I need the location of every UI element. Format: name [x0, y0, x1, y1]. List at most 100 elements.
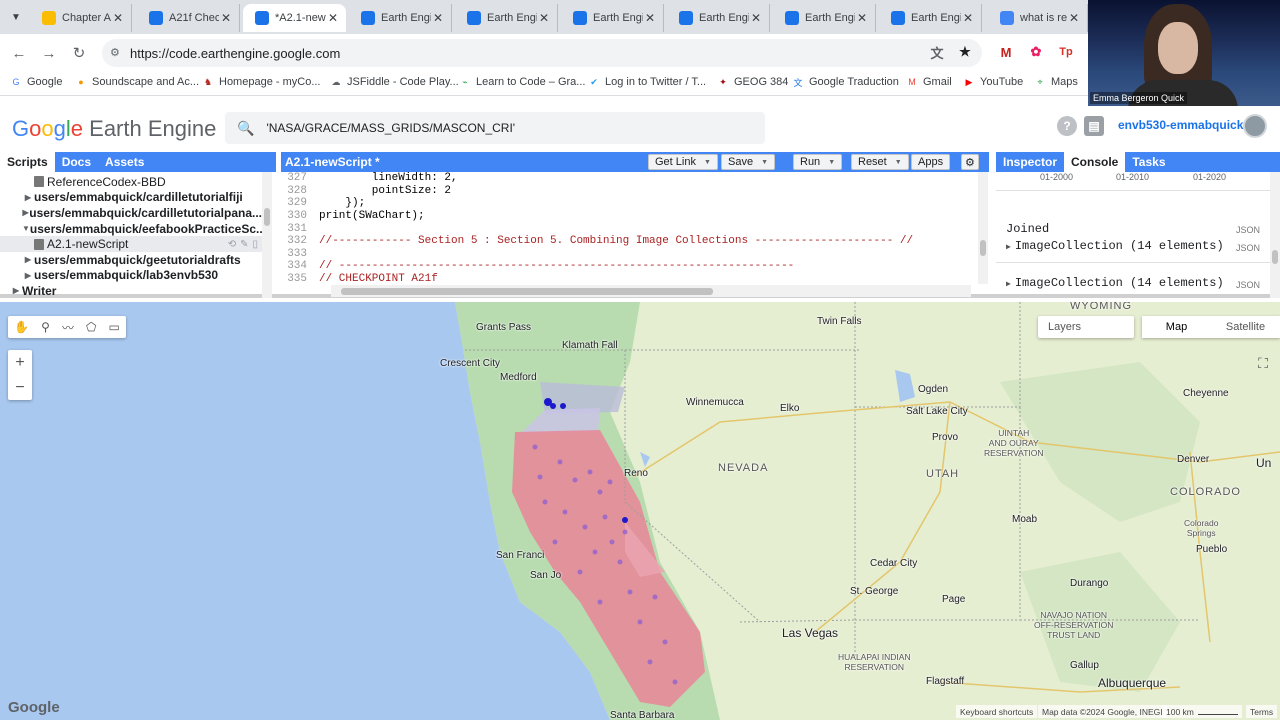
- draw-line-icon[interactable]: 〰: [62, 319, 74, 336]
- bookmark-item[interactable]: ● Soundscape and Ac...: [75, 76, 199, 88]
- script-file[interactable]: ReferenceCodex-BBD: [0, 174, 262, 190]
- json-link[interactable]: JSON: [1236, 225, 1260, 235]
- back-arrow-icon[interactable]: ←: [8, 42, 30, 64]
- browser-tab[interactable]: Earth Engi ✕: [455, 4, 558, 32]
- fullscreen-icon[interactable]: ⛶: [1252, 352, 1274, 374]
- extension-m-icon[interactable]: M: [997, 43, 1015, 61]
- script-folder[interactable]: ▶ users/emmabquick/lab3envb530: [0, 268, 262, 284]
- bookmark-item[interactable]: ✦ GEOG 384: [717, 76, 788, 88]
- avatar[interactable]: [1243, 114, 1267, 138]
- omnibox[interactable]: ⚙ https://code.earthengine.google.com: [102, 39, 982, 67]
- tab-tasks[interactable]: Tasks: [1125, 152, 1172, 172]
- tab-console[interactable]: Console: [1064, 152, 1126, 172]
- tab-close-icon[interactable]: ✕: [431, 11, 445, 25]
- browser-tab[interactable]: Earth Engi ✕: [561, 4, 664, 32]
- tab-close-icon[interactable]: ✕: [111, 11, 125, 25]
- bookmark-item[interactable]: ▶ YouTube: [963, 76, 1024, 88]
- bookmark-item[interactable]: ✔ Log in to Twitter / T...: [588, 76, 706, 88]
- search-input[interactable]: 🔍 'NASA/GRACE/MASS_GRIDS/MASCON_CRI': [225, 112, 765, 144]
- json-link[interactable]: JSON: [1236, 280, 1260, 290]
- zoom-in-button[interactable]: +: [8, 350, 32, 375]
- bookmark-item[interactable]: G Google: [10, 76, 62, 88]
- browser-tab[interactable]: Earth Engi ✕: [773, 4, 876, 32]
- delete-icon[interactable]: ▯: [252, 239, 258, 250]
- get-link-button[interactable]: Get Link ▼: [648, 154, 718, 170]
- run-button[interactable]: Run ▼: [793, 154, 843, 170]
- bookmark-item[interactable]: 文 Google Traduction: [792, 76, 898, 88]
- feedback-icon[interactable]: ▤: [1084, 116, 1104, 136]
- browser-tab[interactable]: A21f Check✕: [137, 4, 240, 32]
- bookmark-item[interactable]: ☁ JSFiddle - Code Play...: [330, 76, 459, 88]
- bookmark-star-icon[interactable]: ★: [956, 43, 974, 61]
- tab-close-icon[interactable]: ✕: [537, 11, 551, 25]
- script-folder[interactable]: ▶ Writer: [0, 283, 262, 296]
- bookmark-item[interactable]: ⌖ Maps: [1034, 76, 1077, 88]
- marker-icon[interactable]: ⚲: [41, 320, 50, 334]
- collapsed-arrow-icon[interactable]: ▶: [10, 286, 22, 295]
- tab-close-icon[interactable]: ✕: [643, 11, 657, 25]
- layers-button[interactable]: Layers: [1038, 316, 1134, 338]
- apps-button[interactable]: Apps: [911, 154, 951, 170]
- map-type-satellite[interactable]: Satellite: [1211, 316, 1280, 338]
- tab-docs[interactable]: Docs: [55, 152, 98, 172]
- map-type-map[interactable]: Map: [1142, 316, 1211, 338]
- translate-page-icon[interactable]: 文: [928, 43, 946, 61]
- browser-tab[interactable]: Earth Engi ✕: [879, 4, 982, 32]
- tab-close-icon[interactable]: ✕: [855, 11, 869, 25]
- script-folder[interactable]: ▼ users/emmabquick/eefabookPracticeSc...: [0, 221, 262, 237]
- ee-logo[interactable]: Google Earth Engine: [12, 116, 216, 142]
- tab-close-icon[interactable]: ✕: [749, 11, 763, 25]
- console-output-collection[interactable]: ▶ ImageCollection (14 elements): [1006, 276, 1224, 290]
- bookmark-item[interactable]: ⌁ Learn to Code – Gra...: [459, 76, 585, 88]
- zoom-out-button[interactable]: −: [8, 375, 32, 400]
- tab-close-icon[interactable]: ✕: [961, 11, 975, 25]
- collapsed-arrow-icon[interactable]: ▶: [22, 208, 29, 217]
- console-output-collection[interactable]: ▶ ImageCollection (14 elements): [1006, 239, 1224, 253]
- history-icon[interactable]: ⟲: [228, 239, 236, 250]
- chevron-down-icon[interactable]: ▼: [895, 159, 902, 166]
- draw-polygon-icon[interactable]: ⬠: [86, 320, 96, 334]
- tab-inspector[interactable]: Inspector: [996, 152, 1064, 172]
- script-folder[interactable]: ▶ users/emmabquick/cardilletutorialpana..…: [0, 205, 262, 221]
- draw-rectangle-icon[interactable]: ▭: [109, 320, 120, 334]
- project-selector[interactable]: envb530-emmabquick: [1118, 118, 1243, 132]
- bookmark-item[interactable]: ♞ Homepage - myCo...: [202, 76, 321, 88]
- json-link[interactable]: JSON: [1236, 243, 1260, 253]
- site-settings-icon[interactable]: ⚙: [110, 46, 124, 60]
- extension-tp-icon[interactable]: Tp: [1057, 43, 1075, 61]
- map-canvas[interactable]: Grants Pass Klamath Fall Crescent City Medf…: [0, 302, 1280, 720]
- editor-vertical-scrollbar[interactable]: [978, 172, 988, 284]
- collapsed-arrow-icon[interactable]: ▶: [22, 193, 34, 202]
- expand-arrow-icon[interactable]: ▶: [1006, 243, 1011, 252]
- script-folder[interactable]: ▶ users/emmabquick/geetutorialdrafts: [0, 252, 262, 268]
- expand-arrow-icon[interactable]: ▶: [1006, 280, 1011, 289]
- save-button[interactable]: Save ▼: [721, 154, 776, 170]
- code-area[interactable]: 327 lineWidth: 2, 328 pointSize: 2 329 });…: [281, 172, 979, 284]
- script-file[interactable]: A2.1-newScript ⟲ ✎ ▯: [0, 236, 262, 252]
- help-icon[interactable]: ?: [1057, 116, 1077, 136]
- bookmark-item[interactable]: M Gmail: [906, 76, 951, 88]
- collapsed-arrow-icon[interactable]: ▶: [22, 271, 34, 280]
- tab-scripts[interactable]: Scripts: [0, 152, 55, 172]
- reload-icon[interactable]: ↻: [68, 42, 90, 64]
- terms-link[interactable]: Terms: [1246, 705, 1278, 718]
- console-scrollbar[interactable]: [1270, 172, 1280, 298]
- reset-button[interactable]: Reset ▼: [851, 154, 909, 170]
- gear-icon[interactable]: ⚙: [961, 154, 979, 170]
- hand-pan-icon[interactable]: ✋: [14, 320, 29, 334]
- chevron-down-icon[interactable]: ▼: [704, 159, 711, 166]
- collapsed-arrow-icon[interactable]: ▶: [22, 255, 34, 264]
- chevron-down-icon[interactable]: ▼: [761, 159, 768, 166]
- forward-arrow-icon[interactable]: →: [38, 42, 60, 64]
- editor-horizontal-scrollbar[interactable]: [331, 285, 971, 297]
- extension-flower-icon[interactable]: ✿: [1027, 43, 1045, 61]
- keyboard-shortcuts-link[interactable]: Keyboard shortcuts: [956, 705, 1038, 718]
- tab-search-chevron-icon[interactable]: ▼: [6, 8, 26, 26]
- chevron-down-icon[interactable]: ▼: [828, 159, 835, 166]
- browser-tab[interactable]: what is re ✕: [988, 4, 1088, 32]
- browser-tab[interactable]: *A2.1-new ✕: [243, 4, 346, 32]
- tab-close-icon[interactable]: ✕: [219, 11, 233, 25]
- browser-tab[interactable]: Earth Engi ✕: [349, 4, 452, 32]
- tab-assets[interactable]: Assets: [98, 152, 151, 172]
- browser-tab[interactable]: Earth Engi ✕: [667, 4, 770, 32]
